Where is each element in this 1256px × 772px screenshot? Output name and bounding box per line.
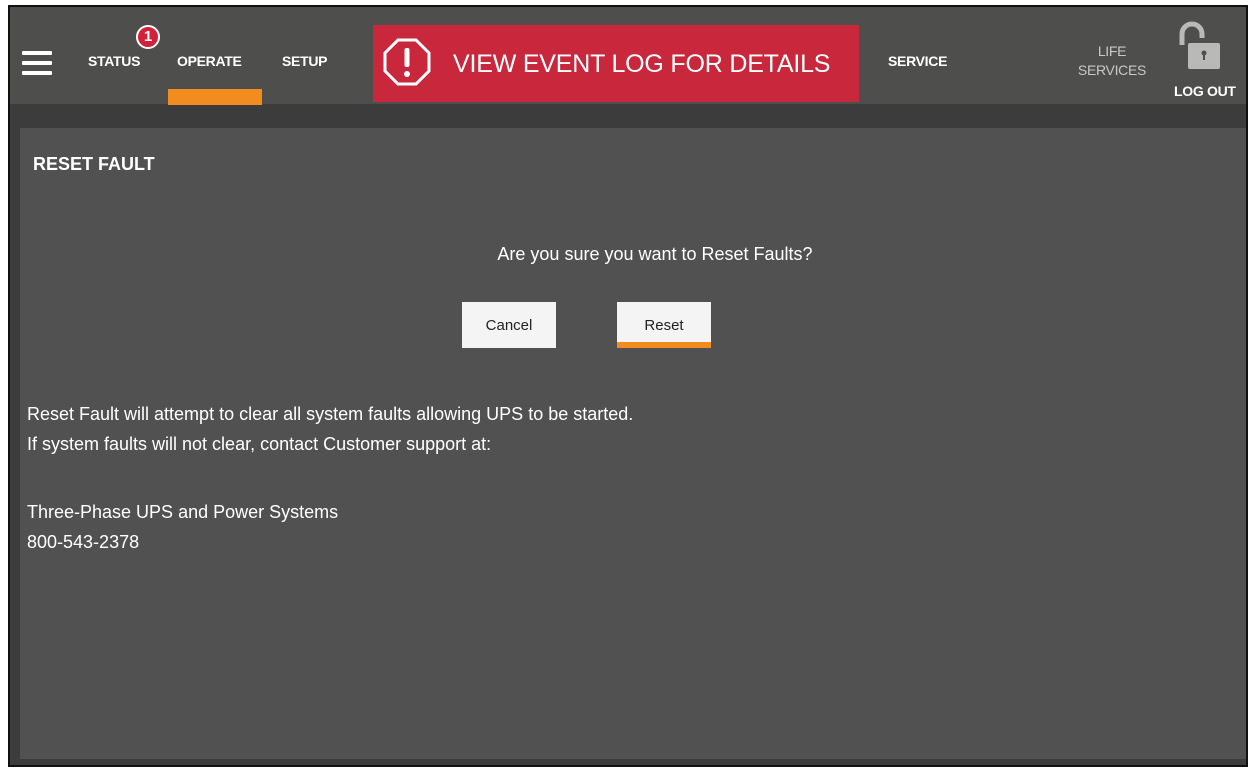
confirm-question: Are you sure you want to Reset Faults? bbox=[497, 244, 813, 264]
tab-status[interactable]: STATUS bbox=[88, 53, 140, 73]
info-text-line-1: Reset Fault will attempt to clear all sy… bbox=[27, 404, 634, 424]
tab-operate[interactable]: OPERATE bbox=[177, 53, 242, 73]
active-tab-indicator bbox=[168, 89, 262, 105]
page-title: RESET FAULT bbox=[33, 154, 155, 174]
life-services-line1: LIFE bbox=[1097, 43, 1127, 59]
tab-service[interactable]: SERVICE bbox=[888, 53, 947, 73]
hamburger-menu-icon[interactable] bbox=[22, 51, 52, 75]
alert-octagon-icon bbox=[383, 38, 431, 86]
life-services-line2: SERVICES bbox=[1077, 62, 1147, 78]
support-contact-name: Three-Phase UPS and Power Systems bbox=[27, 502, 339, 522]
info-text-line-2: If system faults will not clear, contact… bbox=[27, 434, 492, 454]
view-event-log-banner[interactable]: VIEW EVENT LOG FOR DETAILS bbox=[373, 25, 859, 102]
cancel-button[interactable]: Cancel bbox=[462, 302, 556, 348]
status-alert-badge: 1 bbox=[136, 25, 160, 49]
top-navigation-bar: STATUS 1 OPERATE SETUP VIEW EVENT LOG FO… bbox=[10, 7, 1246, 105]
reset-button[interactable]: Reset bbox=[617, 302, 711, 348]
reset-fault-panel: RESET FAULT Are you sure you want to Res… bbox=[20, 128, 1246, 759]
tab-setup[interactable]: SETUP bbox=[282, 53, 327, 73]
tab-life-services[interactable]: LIFE SERVICES bbox=[1072, 42, 1152, 78]
event-banner-label: VIEW EVENT LOG FOR DETAILS bbox=[453, 50, 831, 78]
unlocked-padlock-icon[interactable] bbox=[1174, 21, 1224, 73]
support-phone-number: 800-543-2378 bbox=[27, 532, 140, 552]
app-window: STATUS 1 OPERATE SETUP VIEW EVENT LOG FO… bbox=[8, 5, 1248, 767]
logout-button[interactable]: LOG OUT bbox=[1174, 83, 1236, 103]
